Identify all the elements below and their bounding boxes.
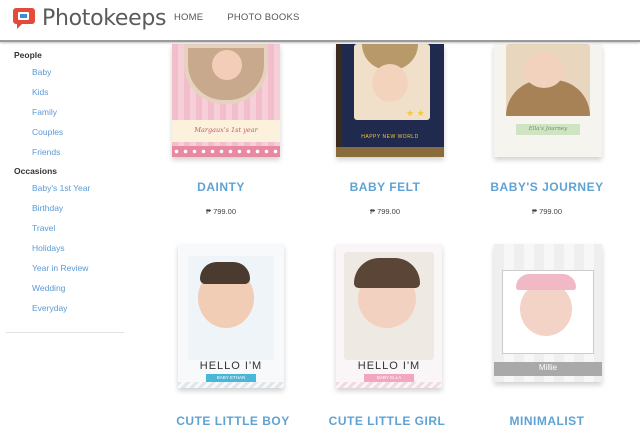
product-title-cute-little-girl[interactable]: CUTE LITTLE GIRL (312, 414, 462, 428)
product-title-babys-journey[interactable]: BABY'S JOURNEY (472, 180, 622, 194)
cover-baby-felt-text: HAPPY NEW WORLD (361, 134, 419, 140)
product-card-babys-journey[interactable]: Ella's Journey BABY'S JOURNEY ₱ 799.00 (474, 44, 614, 224)
sidebar-item-friends[interactable]: Friends (6, 142, 124, 162)
category-sidebar: People Baby Kids Family Couples Friends … (6, 44, 124, 333)
cover-cute-little-girl-text: HELLO I'M (357, 360, 421, 372)
people-heading: People (14, 50, 42, 60)
sidebar-item-babys-1st-year[interactable]: Baby's 1st Year (6, 178, 124, 198)
product-price-baby-felt: ₱ 799.00 (369, 207, 401, 216)
sidebar-item-couples[interactable]: Couples (6, 122, 124, 142)
brand-logo[interactable]: Photokeeps (12, 5, 167, 31)
product-grid: Margaux's 1st year DAINTY ₱ 799.00 ★ ★ H… (152, 44, 632, 434)
product-title-baby-felt[interactable]: BABY FELT (310, 180, 460, 194)
product-title-dainty[interactable]: DAINTY (152, 180, 296, 194)
people-group: People Baby Kids Family Couples Friends (6, 50, 124, 162)
product-title-cute-little-boy[interactable]: CUTE LITTLE BOY (158, 414, 308, 428)
nav-home-link[interactable]: HOME (174, 12, 203, 23)
cover-cute-little-boy-sub: BABY ETHAN (206, 374, 256, 382)
sidebar-item-travel[interactable]: Travel (6, 218, 124, 238)
nav-photo-books-link[interactable]: PHOTO BOOKS (227, 12, 299, 23)
sidebar-item-everyday[interactable]: Everyday (6, 298, 124, 318)
sidebar-item-baby[interactable]: Baby (6, 62, 124, 82)
product-card-cute-little-girl[interactable]: HELLO I'M BABY ELLA CUTE LITTLE GIRL (314, 244, 454, 434)
product-price-babys-journey: ₱ 799.00 (531, 207, 563, 216)
product-card-dainty[interactable]: Margaux's 1st year DAINTY ₱ 799.00 (152, 44, 292, 224)
sidebar-item-kids[interactable]: Kids (6, 82, 124, 102)
main-nav: HOME PHOTO BOOKS (174, 12, 300, 23)
product-card-minimalist[interactable]: Millie MINIMALIST (474, 244, 614, 434)
sidebar-item-year-in-review[interactable]: Year in Review (6, 258, 124, 278)
cover-babys-journey-text: Ella's Journey (528, 126, 568, 132)
product-card-cute-little-boy[interactable]: HELLO I'M BABY ETHAN CUTE LITTLE BOY (152, 244, 292, 434)
cover-cute-little-boy-text: HELLO I'M (199, 360, 263, 372)
cover-cute-little-girl-sub: BABY ELLA (364, 374, 414, 382)
brand-name: Photokeeps (42, 5, 167, 31)
cover-cute-little-boy[interactable]: HELLO I'M BABY ETHAN (178, 244, 284, 388)
sidebar-item-family[interactable]: Family (6, 102, 124, 122)
product-card-baby-felt[interactable]: ★ ★ HAPPY NEW WORLD BABY FELT ₱ 799.00 (314, 44, 454, 224)
cover-minimalist[interactable]: Millie (494, 244, 602, 382)
top-navbar: Photokeeps HOME PHOTO BOOKS (0, 0, 640, 42)
cover-minimalist-text: Millie (538, 363, 558, 372)
sidebar-item-wedding[interactable]: Wedding (6, 278, 124, 298)
cover-babys-journey[interactable]: Ella's Journey (494, 44, 602, 157)
cover-dainty[interactable]: Margaux's 1st year (172, 44, 280, 157)
product-price-dainty: ₱ 799.00 (205, 207, 237, 216)
cover-cute-little-girl[interactable]: HELLO I'M BABY ELLA (336, 244, 442, 388)
photo-speech-bubble-icon (13, 8, 35, 29)
sidebar-item-birthday[interactable]: Birthday (6, 198, 124, 218)
cover-baby-felt[interactable]: ★ ★ HAPPY NEW WORLD (336, 44, 444, 157)
occasions-heading: Occasions (14, 166, 57, 176)
occasions-group: Occasions Baby's 1st Year Birthday Trave… (6, 166, 124, 318)
sidebar-item-holidays[interactable]: Holidays (6, 238, 124, 258)
cover-dainty-text: Margaux's 1st year (194, 126, 258, 134)
product-title-minimalist[interactable]: MINIMALIST (472, 414, 622, 428)
